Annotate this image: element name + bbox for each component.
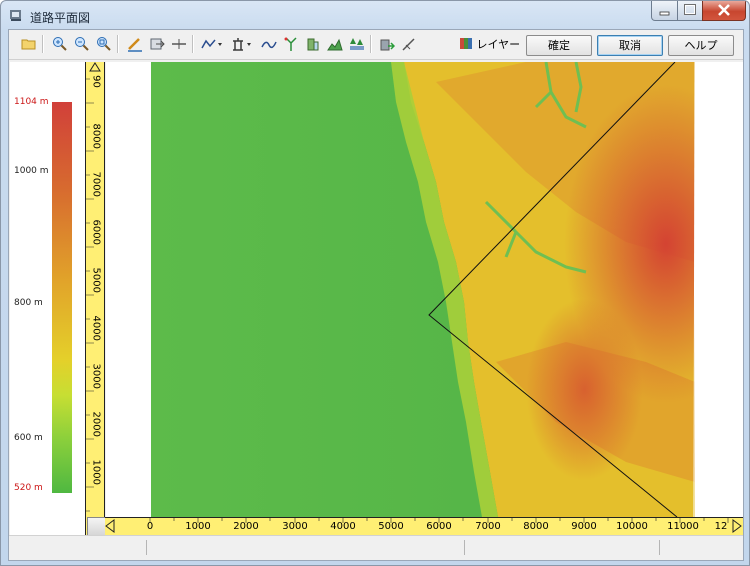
cancel-button[interactable]: 取消	[597, 35, 663, 56]
vruler-tick-label: 4000	[90, 315, 102, 341]
legend-max-label: 1104 m	[14, 97, 49, 107]
hruler-tick-label: 8000	[523, 521, 549, 532]
client-area: レイヤー 確定 取消 ヘルプ 1104 m 1000 m 800 m 600 m…	[8, 29, 744, 561]
zoom-out-button[interactable]	[72, 34, 92, 54]
vruler-tick-label: 5000	[90, 267, 102, 293]
close-button[interactable]	[702, 1, 746, 21]
building-button[interactable]	[303, 34, 323, 54]
zoom-in-button[interactable]	[50, 34, 70, 54]
hruler-tick-label: 5000	[378, 521, 404, 532]
move-button[interactable]	[147, 34, 167, 54]
window-title: 道路平面図	[30, 11, 91, 25]
terrain-profile-icon	[327, 38, 343, 51]
confirm-button[interactable]: 確定	[526, 35, 592, 56]
draw-line-button[interactable]	[125, 34, 145, 54]
status-bar	[9, 535, 743, 560]
vruler-tick-label: 1000	[90, 459, 102, 485]
curve-button[interactable]	[259, 34, 279, 54]
polyline-dropdown-icon	[201, 39, 222, 49]
hruler-tick-label: 12	[714, 521, 728, 532]
open-folder-button[interactable]	[19, 34, 39, 54]
status-pane	[464, 540, 465, 555]
move-icon	[150, 38, 165, 50]
status-pane	[659, 540, 660, 555]
layer-button[interactable]: レイヤー	[459, 36, 520, 54]
hruler-tick-label: 3000	[282, 521, 308, 532]
vruler-tick-label: 6000	[90, 219, 102, 245]
maximize-button[interactable]	[677, 1, 703, 21]
app-window: 道路平面図 レイヤー 確定 取消 ヘルプ 1104 m 1000 m 800 m…	[0, 0, 750, 566]
status-pane	[146, 540, 147, 555]
pen-edit-button[interactable]	[399, 34, 419, 54]
zoom-out-icon	[75, 37, 89, 51]
minimize-icon	[659, 11, 670, 16]
polyline-dropdown-button[interactable]	[199, 34, 225, 54]
vruler-tick-label: 2000	[90, 411, 102, 437]
minimize-button[interactable]	[651, 1, 678, 21]
tower-dropdown-button[interactable]	[229, 34, 255, 54]
hruler-tick-label: 2000	[233, 521, 259, 532]
open-folder-icon	[21, 39, 36, 50]
maximize-icon	[684, 4, 696, 15]
section-cut-button[interactable]	[169, 34, 189, 54]
terrain-profile-button[interactable]	[325, 34, 345, 54]
legend-min-label: 520 m	[14, 483, 43, 493]
toolbar-separator	[42, 35, 44, 53]
legend-800-label: 800 m	[14, 298, 43, 308]
toolbar-separator	[117, 35, 119, 53]
zoom-fit-button[interactable]	[94, 34, 114, 54]
hruler-tick-label: 10000	[616, 521, 648, 532]
vruler-tick-label: 3000	[90, 363, 102, 389]
export-icon	[380, 39, 395, 51]
zoom-in-icon	[53, 37, 67, 51]
hruler-tick-label: 0	[146, 521, 154, 532]
vruler-tick-label: 90	[90, 75, 102, 88]
vruler-tick-label: 7000	[90, 171, 102, 197]
vertical-ruler[interactable]: 1000 2000 3000 4000 5000 6000 7000 8000 …	[85, 62, 105, 542]
ruler-corner-button[interactable]	[87, 517, 106, 536]
elevation-legend: 1104 m 1000 m 800 m 600 m 520 m	[10, 62, 85, 542]
hruler-tick-label: 1000	[185, 521, 211, 532]
toolbar-separator	[370, 35, 372, 53]
layer-label: レイヤー	[476, 38, 521, 51]
tree-branch-icon	[284, 37, 297, 51]
hruler-tick-label: 6000	[426, 521, 452, 532]
building-icon	[307, 38, 319, 51]
hruler-tick-label: 7000	[475, 521, 501, 532]
hruler-tick-label: 4000	[330, 521, 356, 532]
legend-600-label: 600 m	[14, 433, 43, 443]
section-cut-icon	[172, 39, 186, 49]
vruler-tick-label: 8000	[90, 123, 102, 149]
elevation-map	[151, 61, 696, 518]
horizontal-ruler[interactable]: 0 1000 2000 3000 4000 5000 6000 7000 800…	[105, 517, 743, 536]
layer-icon	[460, 38, 472, 49]
forest-button[interactable]	[347, 34, 367, 54]
tower-dropdown-icon	[233, 38, 251, 51]
zoom-fit-icon	[97, 37, 111, 51]
forest-icon	[350, 38, 364, 50]
map-canvas[interactable]	[106, 61, 743, 518]
legend-1000-label: 1000 m	[14, 166, 49, 176]
export-button[interactable]	[377, 34, 397, 54]
elevation-color-bar	[52, 102, 72, 493]
draw-line-icon	[128, 38, 142, 52]
hruler-tick-label: 11000	[667, 521, 699, 532]
pen-edit-icon	[402, 38, 415, 51]
toolbar-separator	[192, 35, 194, 53]
help-button[interactable]: ヘルプ	[668, 35, 734, 56]
hruler-tick-label: 9000	[571, 521, 597, 532]
title-bar[interactable]: 道路平面図	[1, 1, 749, 29]
tree-branch-button[interactable]	[281, 34, 301, 54]
curve-icon	[261, 41, 277, 49]
close-icon	[718, 4, 730, 16]
app-icon	[10, 10, 21, 21]
toolbar: レイヤー 確定 取消 ヘルプ	[9, 30, 743, 60]
